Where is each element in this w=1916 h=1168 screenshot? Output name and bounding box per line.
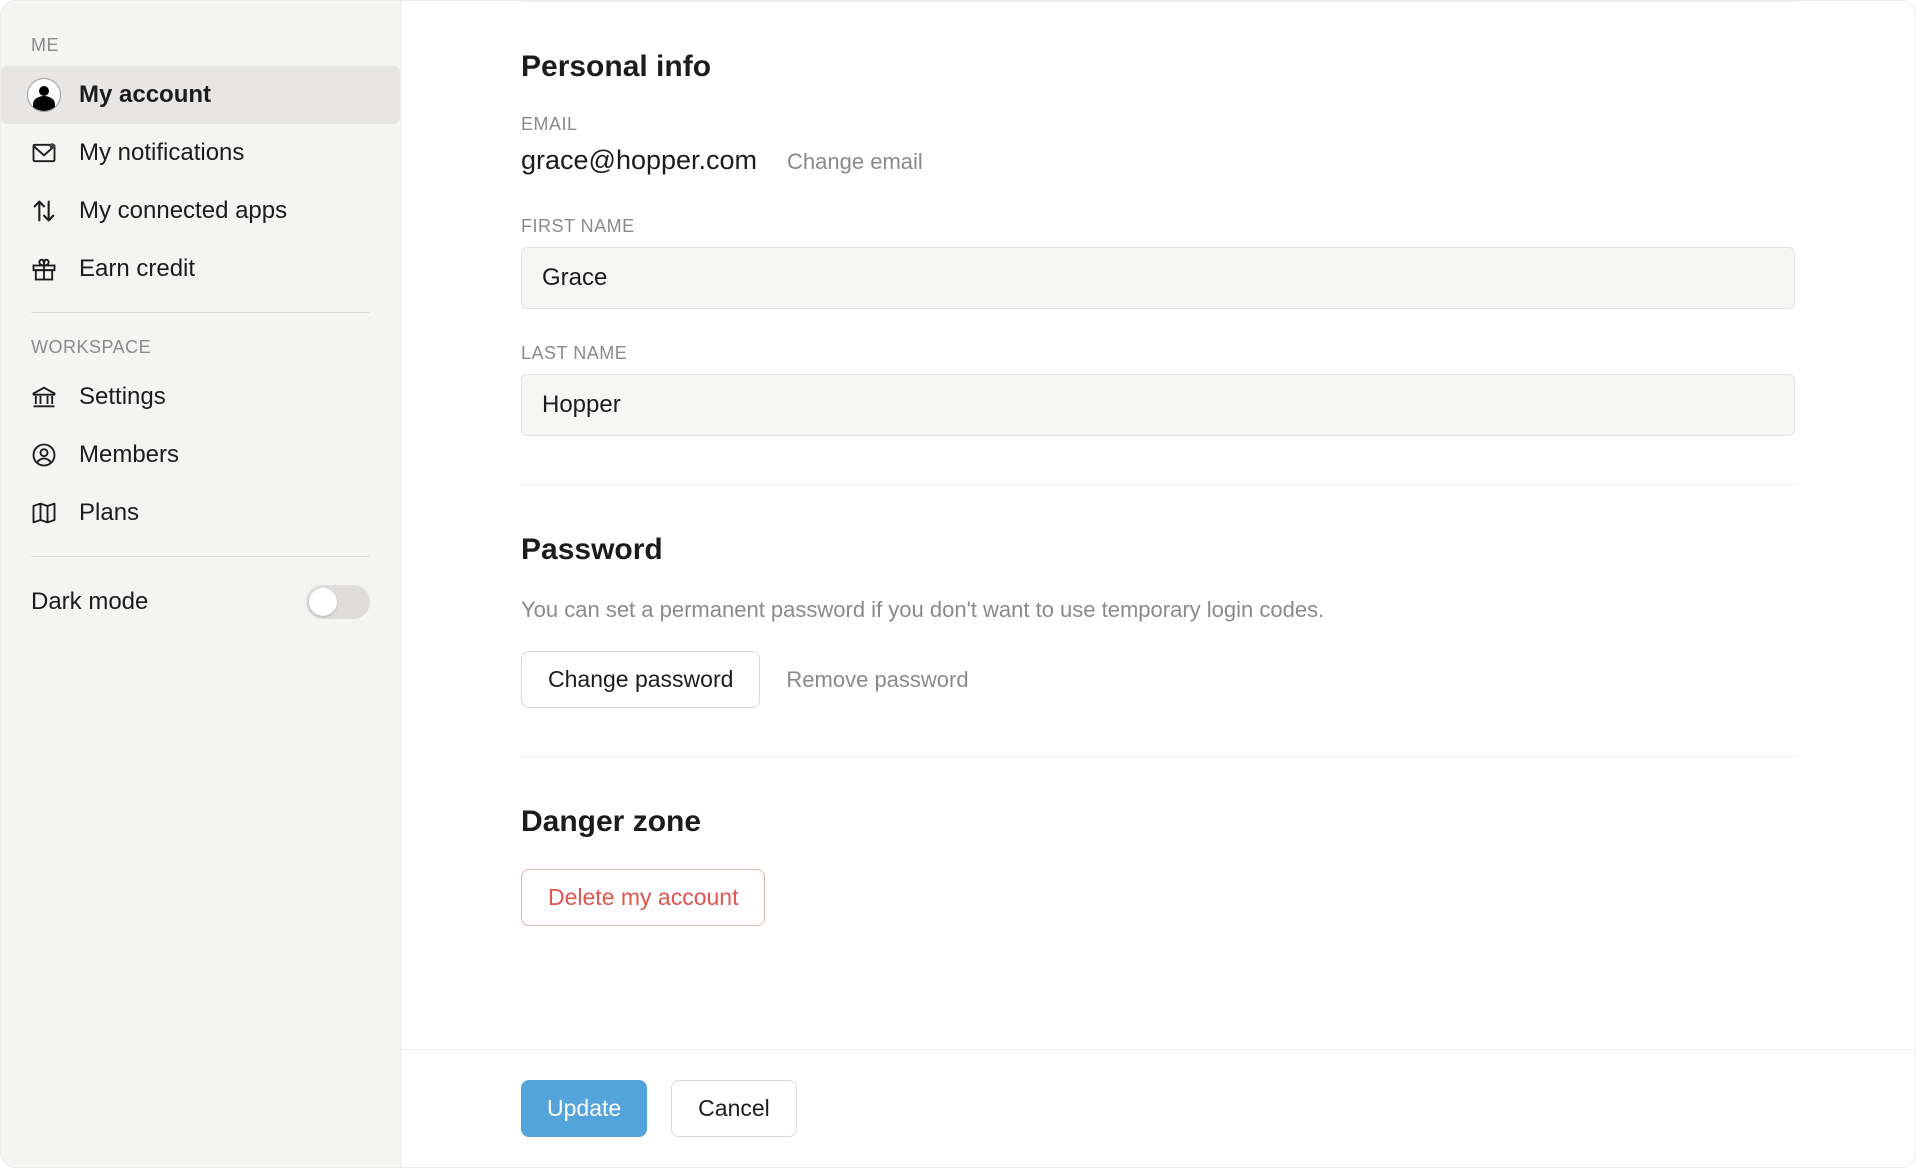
section-personal-info: Personal info EMAIL grace@hopper.com Cha… <box>521 1 1795 484</box>
section-password: Password You can set a permanent passwor… <box>521 484 1795 756</box>
password-description: You can set a permanent password if you … <box>521 597 1795 623</box>
change-email-link[interactable]: Change email <box>787 149 923 175</box>
gift-icon <box>27 252 61 286</box>
sidebar-item-label: Earn credit <box>79 255 195 283</box>
password-heading: Password <box>521 533 1795 567</box>
toggle-knob <box>309 588 337 616</box>
email-label: EMAIL <box>521 114 1795 135</box>
sidebar-item-settings[interactable]: Settings <box>1 368 400 426</box>
sidebar-item-my-notifications[interactable]: My notifications <box>1 124 400 182</box>
main-panel: Personal info EMAIL grace@hopper.com Cha… <box>401 1 1915 1167</box>
sidebar-item-plans[interactable]: Plans <box>1 484 400 542</box>
change-password-button[interactable]: Change password <box>521 651 760 708</box>
update-button[interactable]: Update <box>521 1080 647 1137</box>
danger-zone-heading: Danger zone <box>521 805 1795 839</box>
sidebar-section-workspace: WORKSPACE <box>1 327 400 368</box>
cancel-button[interactable]: Cancel <box>671 1080 797 1137</box>
last-name-input[interactable] <box>521 374 1795 436</box>
sidebar-item-label: My notifications <box>79 139 244 167</box>
sidebar-item-label: Plans <box>79 499 139 527</box>
first-name-input[interactable] <box>521 247 1795 309</box>
map-icon <box>27 496 61 530</box>
email-value: grace@hopper.com <box>521 145 757 176</box>
sidebar-item-members[interactable]: Members <box>1 426 400 484</box>
personal-info-heading: Personal info <box>521 50 1795 84</box>
avatar-icon <box>27 78 61 112</box>
footer-bar: Update Cancel <box>401 1049 1915 1167</box>
delete-account-button[interactable]: Delete my account <box>521 869 765 926</box>
sidebar-item-label: My account <box>79 81 211 109</box>
sidebar-item-label: Settings <box>79 383 166 411</box>
sidebar-item-my-connected-apps[interactable]: My connected apps <box>1 182 400 240</box>
dark-mode-toggle[interactable] <box>306 585 370 619</box>
arrows-up-down-icon <box>27 194 61 228</box>
content-scroll[interactable]: Personal info EMAIL grace@hopper.com Cha… <box>401 1 1915 1049</box>
sidebar-section-me: ME <box>1 25 400 66</box>
dark-mode-row: Dark mode <box>1 571 400 633</box>
dark-mode-label: Dark mode <box>31 588 148 616</box>
last-name-label: LAST NAME <box>521 343 1795 364</box>
user-circle-icon <box>27 438 61 472</box>
bank-icon <box>27 380 61 414</box>
sidebar: ME My account My notifications <box>1 1 401 1167</box>
sidebar-divider <box>31 312 370 313</box>
envelope-icon <box>27 136 61 170</box>
first-name-label: FIRST NAME <box>521 216 1795 237</box>
sidebar-item-label: Members <box>79 441 179 469</box>
remove-password-link[interactable]: Remove password <box>786 667 968 693</box>
section-danger-zone: Danger zone Delete my account <box>521 756 1795 974</box>
sidebar-divider <box>31 556 370 557</box>
sidebar-item-label: My connected apps <box>79 197 287 225</box>
app-frame: ME My account My notifications <box>0 0 1916 1168</box>
sidebar-item-earn-credit[interactable]: Earn credit <box>1 240 400 298</box>
sidebar-item-my-account[interactable]: My account <box>1 66 400 124</box>
